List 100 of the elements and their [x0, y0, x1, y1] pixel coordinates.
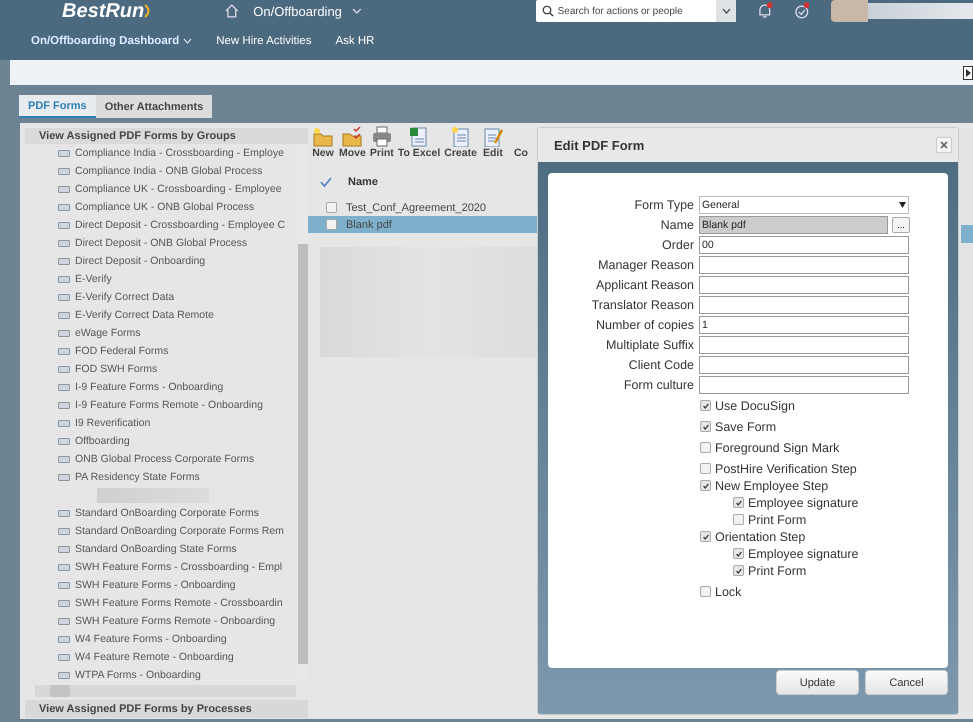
tree-item[interactable]: eWage Forms — [20, 324, 298, 342]
tree-item[interactable]: ONB Global Process Corporate Forms — [20, 450, 298, 468]
folder-icon — [58, 402, 70, 408]
checkbox[interactable] — [700, 442, 711, 453]
name-field[interactable]: Blank pdf — [699, 216, 888, 234]
tree-item[interactable]: E-Verify Correct Data Remote — [20, 306, 298, 324]
toolbar-button[interactable]: New — [311, 125, 335, 159]
dialog-button[interactable]: Cancel — [865, 670, 948, 695]
toolbar-button[interactable]: Create — [444, 125, 477, 159]
toolbar-button[interactable]: Move — [339, 125, 366, 159]
folder-icon — [58, 312, 70, 318]
toolbar-button[interactable]: To Excel — [398, 125, 440, 159]
toolbar-button[interactable]: Co — [508, 125, 533, 159]
form-type-select[interactable]: General — [699, 196, 909, 214]
folder-icon — [58, 510, 70, 516]
text-field[interactable] — [699, 376, 909, 394]
section-header[interactable]: View Assigned PDF Forms by Groups — [25, 128, 308, 144]
tab[interactable]: Other Attachments — [96, 95, 212, 118]
checkbox[interactable] — [700, 480, 711, 491]
checkbox[interactable] — [733, 514, 744, 525]
tree-item[interactable]: Offboarding — [20, 432, 298, 450]
checkmark-icon[interactable] — [320, 176, 332, 188]
tree-item[interactable]: Standard OnBoarding State Forms — [20, 540, 298, 558]
tree-item[interactable]: Compliance India - ONB Global Process — [20, 162, 298, 180]
text-field[interactable] — [699, 256, 909, 274]
toolbar-button[interactable]: Edit — [480, 125, 505, 159]
text-field[interactable] — [699, 336, 909, 354]
text-field[interactable] — [699, 276, 909, 294]
home-icon[interactable] — [224, 3, 240, 19]
folder-icon — [58, 348, 70, 354]
tab[interactable]: PDF Forms — [19, 95, 96, 118]
tree-item[interactable]: PA Residency State Forms — [20, 468, 298, 486]
tree-item[interactable]: Direct Deposit - Onboarding — [20, 252, 298, 270]
tree-item[interactable]: W4 Feature Remote - Onboarding — [20, 648, 298, 666]
list-row[interactable]: Blank pdf — [308, 216, 540, 233]
search-input[interactable]: Search for actions or people — [558, 6, 708, 16]
checkbox[interactable] — [326, 219, 337, 230]
checkbox[interactable] — [733, 548, 744, 559]
folder-icon — [58, 222, 70, 228]
tree-item[interactable]: Standard OnBoarding Corporate Forms — [20, 504, 298, 522]
text-field[interactable] — [699, 356, 909, 374]
tree-item[interactable]: SWH Feature Forms - Onboarding — [20, 576, 298, 594]
tree-item[interactable]: W4 Feature Forms - Onboarding — [20, 630, 298, 648]
column-header: Name — [348, 176, 378, 188]
field-label: Form culture — [622, 378, 695, 392]
close-button[interactable] — [936, 137, 952, 153]
folder-icon — [58, 294, 70, 300]
toolbar-button[interactable]: Print — [370, 125, 394, 159]
checkbox[interactable] — [733, 497, 744, 508]
dialog-button[interactable]: Update — [776, 670, 859, 695]
scrollbar[interactable] — [35, 685, 296, 697]
tree-item[interactable]: SWH Feature Forms Remote - Onboarding — [20, 612, 298, 630]
option-label: Employee signature — [748, 546, 858, 560]
chevron-down-icon[interactable] — [352, 7, 362, 15]
checkbox[interactable] — [733, 565, 744, 576]
checkbox[interactable] — [700, 421, 711, 432]
option-label: Print Form — [748, 564, 806, 578]
tree-item[interactable]: SWH Feature Forms - Crossboarding - Empl — [20, 558, 298, 576]
tree-item[interactable]: E-Verify — [20, 270, 298, 288]
tree-item[interactable]: I-9 Feature Forms - Onboarding — [20, 378, 298, 396]
text-field[interactable]: 1 — [699, 316, 909, 334]
tree-item[interactable]: E-Verify Correct Data — [20, 288, 298, 306]
checkbox[interactable] — [700, 586, 711, 597]
app-title[interactable]: On/Offboarding — [253, 4, 342, 18]
tree-item[interactable]: Direct Deposit - Crossboarding - Employee C — [20, 216, 298, 234]
checkbox[interactable] — [700, 463, 711, 474]
text-field[interactable]: 00 — [699, 236, 909, 254]
tree-item[interactable]: Compliance India - Crossboarding - Employe — [20, 144, 298, 162]
text-field[interactable] — [699, 296, 909, 314]
tree-item[interactable]: Direct Deposit - ONB Global Process — [20, 234, 298, 252]
nav-link[interactable]: On/Offboarding Dashboard — [31, 35, 192, 47]
bell-icon[interactable] — [756, 2, 772, 20]
checkbox[interactable] — [700, 531, 711, 542]
tree-item[interactable]: FOD Federal Forms — [20, 342, 298, 360]
folder-icon — [58, 330, 70, 336]
search-dropdown-button[interactable] — [716, 0, 736, 22]
play-icon[interactable] — [963, 66, 973, 80]
nav-link[interactable]: Ask HR — [335, 35, 374, 47]
browse-button[interactable]: ... — [892, 217, 910, 233]
nav-link[interactable]: New Hire Activities — [216, 35, 312, 47]
checkmark-circle-icon[interactable] — [794, 2, 810, 20]
option-label: Employee signature — [748, 496, 858, 510]
tree-item[interactable]: Compliance UK - Crossboarding - Employee — [20, 180, 298, 198]
field-label: Translator Reason — [590, 298, 695, 312]
tree-item[interactable]: Compliance UK - ONB Global Process — [20, 198, 298, 216]
check-icon — [702, 482, 710, 490]
search-field[interactable]: Search for actions or people — [536, 0, 716, 22]
tree-item[interactable]: I-9 Feature Forms Remote - Onboarding — [20, 396, 298, 414]
tree-item[interactable]: I9 Reverification — [20, 414, 298, 432]
field-label: Form Type — [633, 198, 695, 212]
checkbox[interactable] — [700, 400, 711, 411]
tree-item[interactable]: SWH Feature Forms Remote - Crossboardin — [20, 594, 298, 612]
tree-item[interactable]: WTPA Forms - Onboarding — [20, 666, 298, 684]
checkbox[interactable] — [326, 202, 337, 213]
tree-item[interactable]: FOD SWH Forms — [20, 360, 298, 378]
tree-item[interactable]: Standard OnBoarding Corporate Forms Rem — [20, 522, 298, 540]
list-row[interactable]: Test_Conf_Agreement_2020 — [308, 199, 540, 216]
section-header[interactable]: View Assigned PDF Forms by Processes — [25, 700, 308, 718]
folder-icon — [58, 672, 70, 678]
folder-icon — [58, 618, 70, 624]
